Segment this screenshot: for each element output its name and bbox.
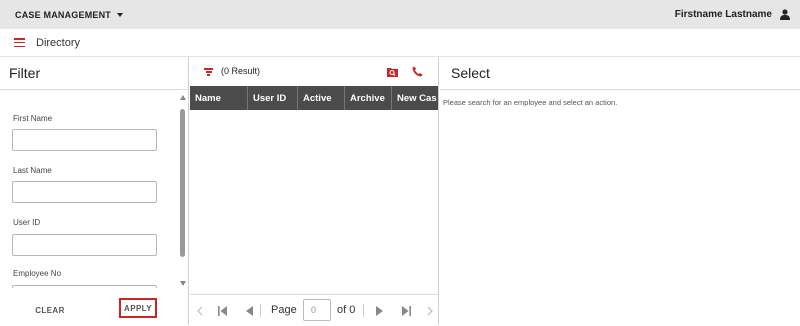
filter-actions: CLEAR APPLY	[0, 295, 189, 325]
clear-button[interactable]: CLEAR	[29, 300, 71, 320]
next-page-icon[interactable]	[373, 295, 385, 326]
results-grid-header: Name User ID Active Archive New Cas	[190, 86, 438, 110]
previous-page-icon[interactable]	[243, 295, 255, 326]
top-bar: CASE MANAGEMENT Firstname Lastname	[0, 0, 800, 29]
hamburger-menu-icon[interactable]	[14, 38, 25, 47]
search-folder-icon[interactable]	[387, 66, 398, 77]
last-name-input[interactable]	[12, 181, 157, 203]
column-header-archive[interactable]: Archive	[345, 86, 392, 110]
page-title: Directory	[36, 36, 81, 49]
column-header-name[interactable]: Name	[190, 86, 248, 110]
results-panel: (0 Result) Name User ID Active Archive N…	[190, 57, 439, 325]
first-name-input[interactable]	[12, 129, 157, 151]
pager-separator	[260, 304, 261, 317]
select-title: Select	[440, 57, 800, 90]
sub-header: Directory	[0, 29, 800, 57]
filter-panel: Filter First Name Last Name User ID Empl…	[0, 57, 189, 325]
pagination-bar: Page 0 of 0	[190, 294, 438, 325]
employee-no-input[interactable]	[12, 285, 157, 288]
results-grid-body	[190, 110, 438, 294]
employee-no-label: Employee No	[13, 269, 62, 278]
last-name-label: Last Name	[13, 166, 52, 175]
scroll-up-arrow-icon[interactable]	[180, 95, 186, 100]
column-header-user-id[interactable]: User ID	[248, 86, 298, 110]
phone-icon[interactable]	[412, 66, 423, 77]
pager-prev-chevron-icon[interactable]	[193, 295, 207, 326]
page-number-input[interactable]: 0	[303, 299, 331, 321]
column-header-active[interactable]: Active	[298, 86, 345, 110]
first-name-label: First Name	[13, 114, 53, 123]
filter-title: Filter	[0, 57, 188, 90]
pager-next-chevron-icon[interactable]	[423, 295, 437, 326]
result-count: (0 Result)	[221, 66, 261, 76]
caret-down-icon	[117, 12, 124, 17]
scroll-down-arrow-icon[interactable]	[180, 281, 186, 286]
filter-form: First Name Last Name User ID Employee No	[0, 90, 177, 288]
pager-separator	[363, 304, 364, 317]
user-id-input[interactable]	[12, 234, 157, 256]
page-label: Page	[271, 304, 297, 316]
select-panel: Select Please search for an employee and…	[440, 57, 800, 325]
person-icon	[780, 9, 790, 20]
column-header-new-case[interactable]: New Cas	[392, 86, 438, 110]
scroll-thumb[interactable]	[180, 109, 185, 257]
page-total-label: of 0	[337, 304, 356, 316]
apply-button[interactable]: APPLY	[119, 298, 157, 318]
app-menu-label: CASE MANAGEMENT	[15, 9, 112, 20]
first-page-icon[interactable]	[215, 295, 229, 326]
user-menu[interactable]: Firstname Lastname	[675, 9, 790, 20]
filter-list-icon[interactable]	[204, 68, 213, 76]
results-toolbar: (0 Result)	[190, 57, 438, 86]
select-instructions: Please search for an employee and select…	[443, 98, 618, 107]
user-name: Firstname Lastname	[674, 9, 772, 20]
user-id-label: User ID	[13, 218, 41, 227]
app-menu-button[interactable]: CASE MANAGEMENT	[15, 9, 124, 20]
last-page-icon[interactable]	[399, 295, 413, 326]
filter-scrollbar[interactable]	[178, 91, 188, 289]
